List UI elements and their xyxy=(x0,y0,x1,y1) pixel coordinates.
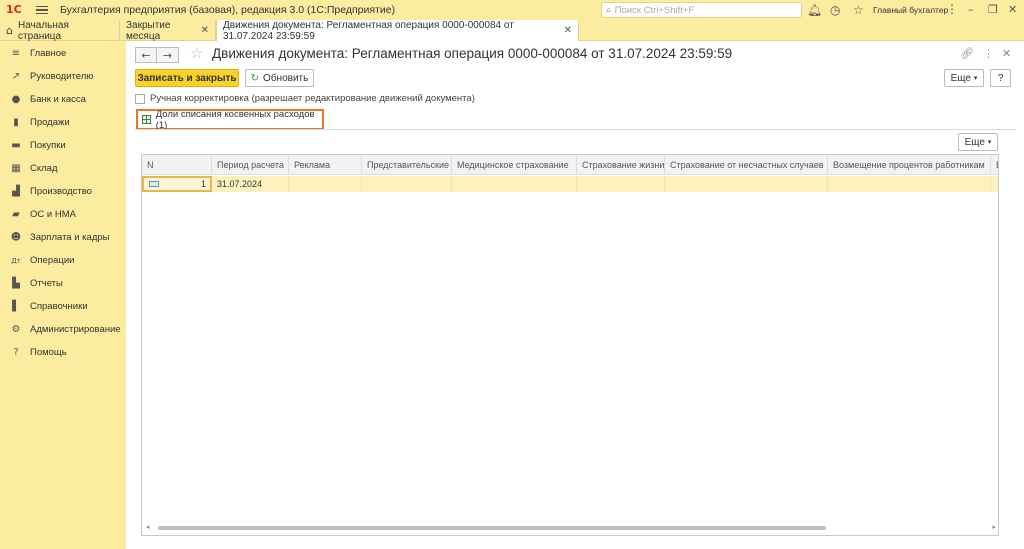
more-vertical-icon[interactable]: ⋮ xyxy=(946,2,958,16)
help-button[interactable]: ? xyxy=(990,69,1011,87)
factory-icon: ▟ xyxy=(12,186,20,197)
sidebar-item-warehouse[interactable]: ▦ Склад xyxy=(0,157,126,180)
bag-icon: ▮ xyxy=(13,117,19,128)
column-header[interactable]: В xyxy=(991,155,998,175)
truck-icon: ▰ xyxy=(12,209,20,220)
tab-indirect-costs[interactable]: Доли списания косвенных расходов (1) xyxy=(136,109,324,131)
title-bar: 1С Бухгалтерия предприятия (базовая), ре… xyxy=(0,0,1024,20)
scrollbar-thumb[interactable] xyxy=(158,526,826,530)
row-number-cell[interactable]: 1 xyxy=(142,176,212,192)
more-button[interactable]: Еще ▾ xyxy=(944,69,984,87)
refresh-button[interactable]: ↻ Обновить xyxy=(245,69,314,87)
table-cell[interactable] xyxy=(991,176,998,192)
cart-icon: ▬ xyxy=(11,140,21,151)
history-icon[interactable]: ◷ xyxy=(830,3,840,17)
document-form: ← → ☆ Движения документа: Регламентная о… xyxy=(126,41,1024,549)
gear-icon: ⚙ xyxy=(11,324,21,335)
search-placeholder: Поиск Ctrl+Shift+F xyxy=(614,4,695,16)
search-icon: ⌕ xyxy=(606,4,612,16)
sidebar-item-sales[interactable]: ▮ Продажи xyxy=(0,111,126,134)
close-window-icon[interactable]: ✕ xyxy=(1008,3,1017,16)
table-cell[interactable] xyxy=(828,176,991,192)
user-name[interactable]: Главный бухгалтер xyxy=(873,5,948,15)
period-cell[interactable]: 31.07.2024 xyxy=(212,176,289,192)
sidebar-item-salary[interactable]: ☻ Зарплата и кадры xyxy=(0,226,126,249)
minimize-icon[interactable]: – xyxy=(968,3,974,16)
search-input[interactable]: ⌕ Поиск Ctrl+Shift+F xyxy=(601,2,802,18)
manual-correction-label: Ручная корректировка (разрешает редактир… xyxy=(150,93,475,104)
app-logo: 1С xyxy=(6,3,22,16)
nav-buttons: ← → xyxy=(135,47,179,63)
book-icon: ▌ xyxy=(12,301,20,312)
table-cell[interactable] xyxy=(665,176,828,192)
table-cell[interactable] xyxy=(452,176,577,192)
restore-icon[interactable]: ❐ xyxy=(988,3,998,16)
column-header[interactable]: N xyxy=(142,155,212,175)
more-vertical-icon[interactable]: ⋮ xyxy=(983,47,994,60)
sidebar-item-main[interactable]: ≡ Главное xyxy=(0,42,126,65)
scroll-left-icon[interactable]: ◂ xyxy=(146,523,150,531)
boxes-icon: ▦ xyxy=(11,163,21,174)
sidebar-item-operations[interactable]: Дт Операции xyxy=(0,249,126,272)
refresh-icon: ↻ xyxy=(250,72,260,84)
save-close-button[interactable]: Записать и закрыть xyxy=(135,69,239,87)
add-favorite-star-icon[interactable]: ☆ xyxy=(190,44,203,62)
column-header[interactable]: Период расчета xyxy=(212,155,289,175)
data-grid[interactable]: N Период расчета Реклама Представительск… xyxy=(141,154,999,536)
sidebar-item-purchases[interactable]: ▬ Покупки xyxy=(0,134,126,157)
table-cell[interactable] xyxy=(289,176,362,192)
grid-header: N Период расчета Реклама Представительск… xyxy=(142,155,998,175)
table-icon xyxy=(142,115,151,124)
main-menu-icon[interactable] xyxy=(36,5,48,15)
column-header[interactable]: Представительские xyxy=(362,155,452,175)
chart-line-icon: ↗ xyxy=(11,71,21,82)
page-title: Движения документа: Регламентная операци… xyxy=(212,46,733,61)
forward-arrow-icon[interactable]: → xyxy=(157,47,179,63)
bell-icon[interactable]: 🔔︎ xyxy=(807,3,822,17)
sidebar-item-bank[interactable]: ● Банк и касса xyxy=(0,88,126,111)
column-header[interactable]: Медицинское страхование xyxy=(452,155,577,175)
column-header[interactable]: Страхование от несчастных случаев xyxy=(665,155,828,175)
menu-icon: ≡ xyxy=(11,48,21,59)
column-header[interactable]: Возмещение процентов работникам xyxy=(828,155,991,175)
scroll-right-icon[interactable]: ▸ xyxy=(992,523,996,531)
horizontal-scrollbar[interactable]: ◂ ▸ xyxy=(146,523,996,531)
sidebar: ≡ Главное ↗ Руководителю ● Банк и касса ▮ Пр… xyxy=(0,41,126,549)
manual-correction-checkbox[interactable] xyxy=(135,93,145,104)
sidebar-item-production[interactable]: ▟ Производство xyxy=(0,180,126,203)
favorites-star-icon[interactable]: ☆ xyxy=(853,3,864,17)
home-icon: ⌂ xyxy=(6,24,13,37)
column-header[interactable]: Реклама xyxy=(289,155,362,175)
sidebar-item-admin[interactable]: ⚙ Администрирование xyxy=(0,318,126,341)
sidebar-item-assets[interactable]: ▰ ОС и НМА xyxy=(0,203,126,226)
sidebar-item-manager[interactable]: ↗ Руководителю xyxy=(0,65,126,88)
sidebar-item-reports[interactable]: ▙ Отчеты xyxy=(0,272,126,295)
app-title: Бухгалтерия предприятия (базовая), редак… xyxy=(60,4,396,16)
table-cell[interactable] xyxy=(362,176,452,192)
person-icon: ☻ xyxy=(10,232,22,243)
tab-month-close[interactable]: Закрытие месяца ✕ xyxy=(120,20,216,42)
question-icon: ? xyxy=(13,347,19,358)
operations-icon: Дт xyxy=(11,256,21,265)
sidebar-item-help[interactable]: ? Помощь xyxy=(0,341,126,364)
link-icon[interactable]: 🔗︎ xyxy=(960,47,974,60)
close-tab-icon[interactable]: ✕ xyxy=(201,25,209,36)
table-row[interactable]: 1 31.07.2024 xyxy=(142,176,998,192)
manual-correction-row: Ручная корректировка (разрешает редактир… xyxy=(135,93,475,104)
bar-chart-icon: ▙ xyxy=(12,278,20,289)
sidebar-item-catalogs[interactable]: ▌ Справочники xyxy=(0,295,126,318)
tab-document-movements[interactable]: Движения документа: Регламентная операци… xyxy=(216,20,579,42)
table-cell[interactable] xyxy=(577,176,665,192)
grid-more-button[interactable]: Еще ▾ xyxy=(958,133,998,151)
tab-home[interactable]: ⌂ Начальная страница xyxy=(0,20,120,42)
back-arrow-icon[interactable]: ← xyxy=(135,47,157,63)
column-header[interactable]: Страхование жизни xyxy=(577,155,665,175)
close-tab-icon[interactable]: ✕ xyxy=(564,25,572,36)
close-form-icon[interactable]: ✕ xyxy=(1002,47,1011,60)
tabs-bar: ⌂ Начальная страница Закрытие месяца ✕ Д… xyxy=(0,20,1024,42)
row-icon xyxy=(149,181,159,187)
coins-icon: ● xyxy=(11,94,21,105)
